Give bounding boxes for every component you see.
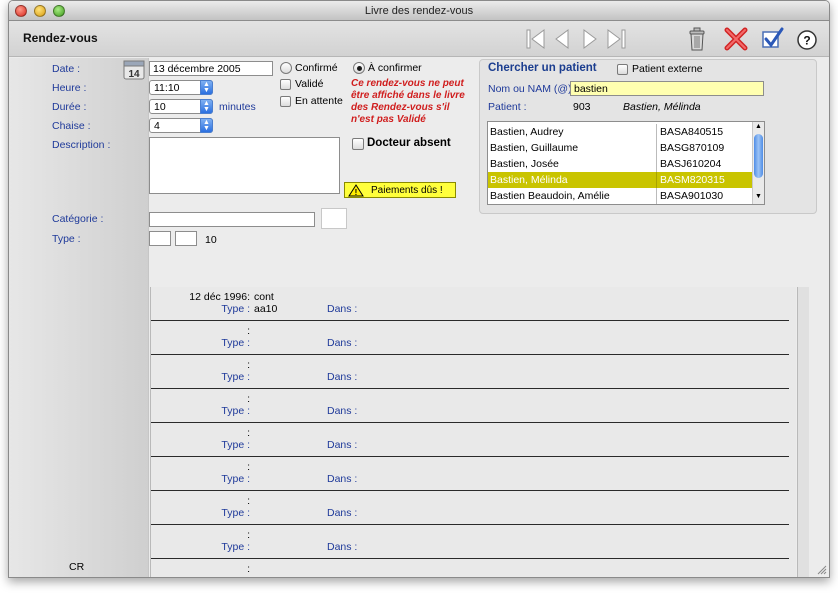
- warning-triangle-icon: !: [348, 184, 364, 197]
- list-item[interactable]: Bastien, Audrey BASA840515: [488, 124, 752, 140]
- chaise-value: 4: [154, 120, 160, 132]
- appointment-history: 12 déc 1996: cont Type : aa10 Dans : : T…: [150, 287, 796, 577]
- description-textarea[interactable]: [149, 137, 340, 194]
- title-bar: Livre des rendez-vous: [9, 1, 829, 21]
- type-number: 10: [205, 234, 217, 246]
- a-confirmer-label: À confirmer: [368, 62, 422, 74]
- categorie-color-swatch[interactable]: [321, 208, 347, 229]
- help-icon: ?: [797, 30, 817, 50]
- section-title: Rendez-vous: [23, 31, 98, 45]
- duree-value: 10: [154, 101, 166, 113]
- cancel-x-icon: [724, 27, 748, 51]
- resize-grip-icon[interactable]: [817, 565, 827, 575]
- last-record-button[interactable]: [605, 27, 627, 51]
- type-input-1[interactable]: [149, 231, 171, 246]
- history-row[interactable]: : Type : Dans :: [151, 389, 789, 423]
- nom-nam-input[interactable]: bastien: [570, 81, 764, 96]
- date-input[interactable]: 13 décembre 2005: [149, 61, 273, 76]
- history-row[interactable]: : Type : Dans :: [151, 355, 789, 389]
- chaise-select[interactable]: 4 ▲ ▼: [149, 118, 213, 133]
- list-item[interactable]: Bastien Beaudoin, Amélie BASA901030: [488, 188, 752, 204]
- toolbar: Rendez-vous ?: [9, 21, 829, 57]
- search-title: Chercher un patient: [488, 62, 597, 74]
- calendar-icon: 14: [123, 60, 145, 80]
- previous-record-button[interactable]: [551, 27, 573, 51]
- history-row[interactable]: : Type : Dans :: [151, 321, 789, 355]
- patient-externe-checkbox[interactable]: [617, 64, 628, 75]
- previous-record-icon: [555, 29, 569, 49]
- description-label: Description :: [52, 139, 111, 151]
- paiements-dus-badge[interactable]: ! Paiements dûs !: [344, 182, 456, 198]
- a-confirmer-radio[interactable]: [353, 62, 365, 74]
- window-title: Livre des rendez-vous: [364, 5, 474, 17]
- patient-results-list[interactable]: Bastien, Audrey BASA840515 Bastien, Guill…: [487, 121, 765, 205]
- date-label: Date :: [52, 63, 81, 75]
- en-attente-label: En attente: [295, 95, 343, 107]
- svg-text:!: !: [355, 188, 358, 197]
- list-scrollbar[interactable]: ▲ ▼: [752, 122, 764, 204]
- type-input-2[interactable]: [175, 231, 197, 246]
- cancel-button[interactable]: [723, 25, 749, 53]
- patient-name: Bastien, Mélinda: [623, 101, 701, 113]
- history-row[interactable]: :: [151, 559, 789, 577]
- svg-text:?: ?: [803, 34, 810, 48]
- patient-label: Patient :: [488, 101, 527, 113]
- heure-select[interactable]: 11:10 ▲ ▼: [149, 80, 213, 95]
- scroll-down-icon[interactable]: ▼: [755, 193, 762, 200]
- nom-nam-label: Nom ou NAM (@):: [488, 83, 575, 95]
- history-row[interactable]: : Type : Dans :: [151, 525, 789, 559]
- heure-label: Heure :: [52, 82, 87, 94]
- left-panel: CR: [9, 58, 149, 577]
- history-row[interactable]: : Type : Dans :: [151, 423, 789, 457]
- delete-button[interactable]: [684, 25, 710, 53]
- validation-warning: Ce rendez-vous ne peut être affiché dans…: [351, 78, 465, 125]
- valide-checkbox[interactable]: [280, 79, 291, 90]
- select-arrows-icon: ▲ ▼: [200, 99, 213, 114]
- help-button[interactable]: ?: [794, 25, 820, 53]
- select-arrows-icon: ▲ ▼: [200, 118, 213, 133]
- app-window: Livre des rendez-vous Rendez-vous ? CR D…: [8, 0, 830, 578]
- trash-icon: [689, 27, 705, 51]
- list-item[interactable]: Bastien, Josée BASJ610204: [488, 156, 752, 172]
- next-record-button[interactable]: [579, 27, 601, 51]
- list-scroll-thumb[interactable]: [754, 134, 763, 178]
- chaise-label: Chaise :: [52, 120, 91, 132]
- en-attente-checkbox[interactable]: [280, 96, 291, 107]
- user-initials: CR: [69, 561, 85, 573]
- history-row[interactable]: : Type : Dans :: [151, 491, 789, 525]
- valide-label: Validé: [295, 78, 324, 90]
- last-record-icon: [607, 29, 626, 49]
- patient-externe-label: Patient externe: [632, 63, 703, 75]
- patient-id: 903: [573, 101, 591, 113]
- confirme-label: Confirmé: [295, 62, 338, 74]
- duree-select[interactable]: 10 ▲ ▼: [149, 99, 213, 114]
- minutes-label: minutes: [219, 101, 256, 113]
- history-scrollbar[interactable]: [797, 287, 809, 577]
- history-row[interactable]: : Type : Dans :: [151, 457, 789, 491]
- first-record-icon: [526, 29, 545, 49]
- checkmark-icon: [762, 27, 784, 48]
- next-record-icon: [583, 29, 597, 49]
- first-record-button[interactable]: [525, 27, 547, 51]
- calendar-button[interactable]: 14: [123, 60, 145, 80]
- type-label: Type :: [52, 233, 81, 245]
- paiements-dus-text: Paiements dûs !: [371, 185, 443, 196]
- confirme-radio[interactable]: [280, 62, 292, 74]
- select-arrows-icon: ▲ ▼: [200, 80, 213, 95]
- heure-value: 11:10: [154, 82, 180, 94]
- docteur-absent-checkbox[interactable]: [352, 138, 364, 150]
- duree-label: Durée :: [52, 101, 87, 113]
- scroll-up-icon[interactable]: ▲: [755, 123, 762, 130]
- validate-button[interactable]: [759, 25, 785, 53]
- categorie-label: Catégorie :: [52, 213, 104, 225]
- list-item[interactable]: Bastien, Guillaume BASG870109: [488, 140, 752, 156]
- categorie-input[interactable]: [149, 212, 315, 227]
- list-item-selected[interactable]: Bastien, Mélinda BASM820315: [488, 172, 752, 188]
- calendar-day: 14: [128, 69, 140, 80]
- docteur-absent-label: Docteur absent: [367, 137, 451, 149]
- history-row[interactable]: 12 déc 1996: cont Type : aa10 Dans :: [151, 287, 789, 321]
